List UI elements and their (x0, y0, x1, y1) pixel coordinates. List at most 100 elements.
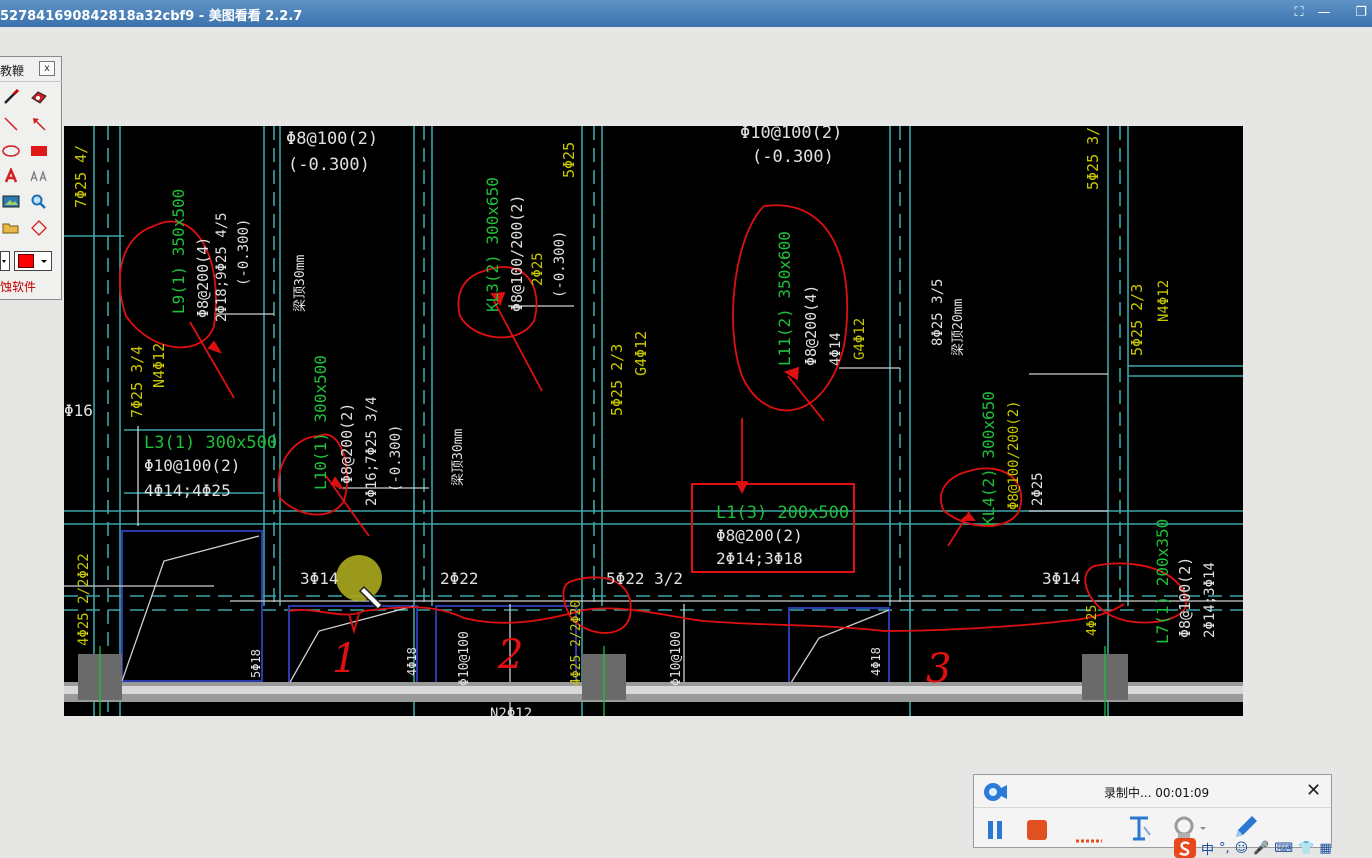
chevron-down-icon (41, 260, 47, 263)
drawing-label: 5Φ25 2/3 (608, 344, 626, 416)
drawing-label: Φ8@200(2) (716, 526, 803, 545)
drawing-label: 4Φ25 2/2Φ20 (569, 600, 584, 686)
ime-punctuation-mode[interactable]: °, (1219, 841, 1230, 856)
drawing-label: (-0.300) (752, 147, 834, 167)
drawing-label: 4Φ14 (828, 332, 844, 366)
palette-title: 教鞭 (0, 64, 25, 78)
color-dropdown[interactable] (14, 251, 52, 271)
palette-brand: 蚀软件 (0, 280, 37, 294)
drawing-label: L10(1) 300x500 (311, 355, 330, 490)
drawing-label: 2Φ14;3Φ14 (1202, 562, 1218, 638)
ime-chinese-mode[interactable]: 中 (1201, 839, 1214, 858)
drawing-label: 梁顶20mm (951, 299, 966, 356)
drawing-label: Φ10@100 (669, 631, 684, 686)
drawing-label: 2Φ25 (530, 252, 546, 286)
drawing-label: 5Φ25 2/3 (1128, 284, 1146, 356)
drawing-label: G4Φ12 (852, 318, 868, 360)
drawing-label: 5Φ25 (560, 142, 578, 178)
stop-button[interactable] (1026, 819, 1048, 845)
handwritten-number: 2 (497, 632, 523, 678)
drawing-label: Φ8@200(4) (194, 237, 212, 318)
pen-icon[interactable] (0, 87, 22, 107)
text-cursor-icon (1130, 816, 1151, 841)
ime-keyboard-button[interactable]: ⌨ (1274, 841, 1293, 856)
drawing-label: Φ8@100/200(2) (508, 195, 526, 312)
drawing-label: Φ10@100 (457, 631, 472, 686)
drawing-label: 2Φ25 (1030, 472, 1046, 506)
clear-diamond-icon[interactable] (28, 218, 50, 238)
cad-drawing: Φ8@100(2) (-0.300) Φ10@100(2) (-0.300) 7Φ25 … (64, 126, 1243, 716)
drawing-label: L7(1) 200x350 (1153, 519, 1172, 644)
drawing-label: N4Φ12 (150, 343, 168, 388)
font-size-icon[interactable] (28, 166, 50, 186)
rectangle-icon[interactable] (28, 141, 50, 161)
line-icon[interactable] (0, 114, 22, 134)
drawing-label: 7Φ25 3/4 (128, 346, 146, 418)
text-tool-icon[interactable] (0, 166, 22, 186)
drawing-label: L9(1) 350x500 (169, 189, 188, 314)
drawing-label: Φ8@200(2) (338, 403, 356, 484)
drawing-label: L11(2) 350x600 (775, 231, 794, 366)
drawing-label: 2Φ22 (440, 569, 479, 588)
drawing-label: 8Φ25 3/5 (930, 279, 946, 346)
drawing-label: 3Φ14 (300, 569, 339, 588)
drawing-label: L3(1) 300x500 (144, 433, 277, 453)
selected-color-swatch (18, 254, 34, 268)
drawing-label: 2Φ18;9Φ25 4/5 (214, 212, 230, 322)
dotted-line-icon (1076, 839, 1102, 843)
drawing-label: (-0.300) (288, 155, 370, 175)
drawing-label: 2Φ14;3Φ18 (716, 549, 803, 568)
drawing-label: Φ10@100(2) (144, 456, 240, 475)
screen-capture-icon[interactable] (0, 192, 22, 212)
drawing-label: N4Φ12 (1156, 280, 1172, 322)
pencil-icon (1236, 816, 1257, 837)
drawing-label: 5Φ25 3/ (1084, 127, 1102, 190)
ime-toolbar: 中 °, ☺ 🎤 ⌨ 👕 ▦ (1174, 838, 1372, 858)
palette-divider (0, 81, 62, 82)
palette-close-button[interactable]: x (39, 61, 55, 76)
drawing-label: 4Φ14;4Φ25 (144, 481, 231, 500)
drawing-label: Φ8@100(2) (1176, 557, 1194, 638)
handwritten-number: 3 (926, 646, 951, 692)
ellipse-icon[interactable] (0, 141, 22, 161)
draw-line-button[interactable] (1074, 831, 1104, 850)
magnifier-icon[interactable] (28, 192, 50, 212)
ime-skin-button[interactable]: 👕 (1298, 841, 1314, 856)
line-width-dropdown[interactable] (0, 251, 10, 271)
drawing-label: Φ8@100/200(2) (1006, 400, 1022, 510)
fullscreen-button[interactable]: ⛶ (1288, 3, 1310, 23)
drawing-label: (-0.300) (552, 231, 568, 298)
minimize-button[interactable]: — (1313, 3, 1335, 23)
drawing-label: 4Φ18 (405, 647, 419, 676)
ime-emoji-button[interactable]: ☺ (1235, 841, 1249, 856)
open-folder-icon[interactable] (0, 218, 22, 238)
recorder-close-button[interactable]: ✕ (1306, 781, 1321, 801)
drawing-label: N2Φ12 (490, 706, 532, 716)
drawing-label: (-0.300) (388, 425, 404, 492)
window-title-bar: 527841690842818a32cbf9 - 美图看看 2.2.7 ⛶ — … (0, 0, 1372, 27)
drawing-label: KL4(2) 300x650 (979, 391, 998, 526)
recorder-header: 录制中... 00:01:09 ✕ (974, 775, 1331, 808)
pause-button[interactable] (986, 819, 1004, 845)
drawing-label: G4Φ12 (632, 331, 650, 376)
recording-status: 录制中... 00:01:09 (1104, 786, 1210, 800)
drawing-label: L1(3) 200x500 (716, 503, 849, 523)
annotation-palette: 教鞭 x 蚀软件 (0, 56, 62, 300)
ime-voice-button[interactable]: 🎤 (1253, 841, 1269, 856)
camera-icon (984, 783, 1007, 801)
drawing-label: 3Φ14 (1042, 569, 1081, 588)
drawing-label: 4Φ25 2/2Φ22 (76, 553, 92, 646)
arrow-icon[interactable] (28, 114, 50, 134)
stop-icon (1027, 820, 1047, 840)
handwritten-number: 1 (332, 636, 357, 682)
text-annotation-button[interactable] (1126, 813, 1154, 847)
sogou-logo-icon (1174, 838, 1196, 858)
ime-menu-button[interactable]: ▦ (1319, 841, 1331, 856)
restore-button[interactable]: ❐ (1350, 3, 1372, 23)
drawing-label: 梁顶30mm (293, 255, 308, 312)
screen-recorder-widget: 录制中... 00:01:09 ✕ (973, 774, 1332, 848)
drawing-label: Φ10@100(2) (740, 126, 842, 143)
eraser-icon[interactable] (28, 87, 50, 107)
window-title: 527841690842818a32cbf9 - 美图看看 2.2.7 (0, 9, 303, 24)
drawing-label: (-0.300) (236, 219, 252, 286)
